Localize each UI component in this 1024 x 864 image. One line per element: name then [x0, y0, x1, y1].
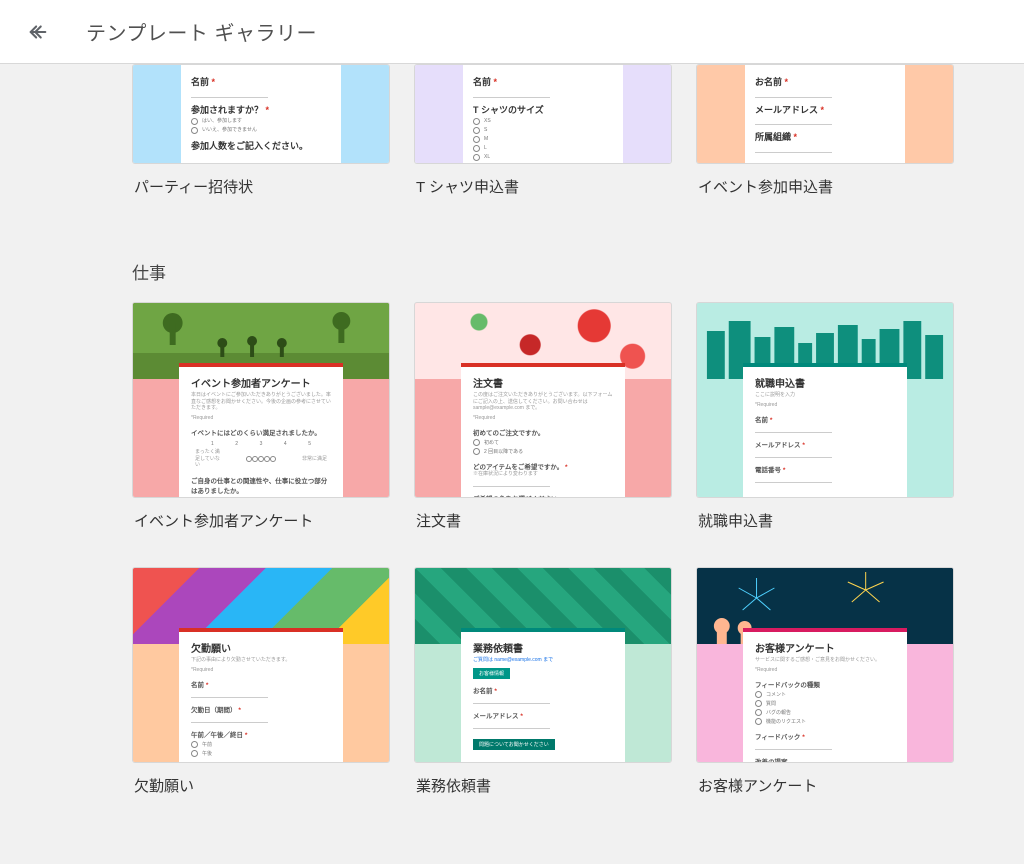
- arrow-left-icon: [27, 21, 49, 43]
- template-card-tshirt-signup[interactable]: 名前 * T シャツのサイズ XS S M L XL: [414, 64, 672, 225]
- template-title: 欠勤願い: [134, 775, 388, 796]
- form-heading: 注文書: [473, 375, 613, 390]
- radio-option: いいえ、参加できません: [191, 127, 331, 134]
- template-title: 業務依頼書: [416, 775, 670, 796]
- template-title: 就職申込書: [698, 510, 952, 531]
- template-title: パーティー招待状: [134, 176, 388, 197]
- field-label: 参加人数をご記入ください。: [191, 140, 331, 153]
- form-heading: 業務依頼書: [473, 640, 613, 655]
- header: テンプレート ギャラリー: [0, 0, 1024, 64]
- form-heading: 欠勤願い: [191, 640, 331, 655]
- radio-option: はい、参加します: [191, 118, 331, 125]
- form-heading: お客様アンケート: [755, 640, 895, 655]
- field-label: T シャツのサイズ: [473, 104, 613, 117]
- back-button[interactable]: [18, 12, 58, 52]
- template-card-work-request[interactable]: 業務依頼書 ご質問は name@example.com まで お客様情報 お名前…: [414, 567, 672, 824]
- page-title: テンプレート ギャラリー: [86, 17, 317, 46]
- template-title: お客様アンケート: [698, 775, 952, 796]
- form-heading: 就職申込書: [755, 375, 895, 390]
- template-card-absence-request[interactable]: 欠勤願い 下記の事由により欠勤させていただきます。 *Required 名前 *…: [132, 567, 390, 824]
- field-label: 名前: [473, 77, 491, 87]
- template-title: T シャツ申込書: [416, 176, 670, 197]
- template-card-event-registration[interactable]: お名前 * メールアドレス * 所属組織 * イベント参加申込書: [696, 64, 954, 225]
- form-heading: イベント参加者アンケート: [191, 375, 331, 390]
- template-title: イベント参加申込書: [698, 176, 952, 197]
- template-card-customer-feedback[interactable]: お客様アンケート サービスに関するご感想・ご意見をお聞かせください。 *Requ…: [696, 567, 954, 824]
- template-card-order-form[interactable]: 注文書 この度はご注文いただきありがとうございます。以下フォームにご記入の上、送…: [414, 302, 672, 559]
- field-label: 参加されますか？: [191, 105, 263, 115]
- template-title: イベント参加者アンケート: [134, 510, 388, 531]
- template-card-job-application[interactable]: 就職申込書 ここに説明を入力 *Required 名前 * メールアドレス * …: [696, 302, 954, 559]
- template-card-party-invite[interactable]: 名前 * 参加されますか？ * はい、参加します いいえ、参加できません 参加人…: [132, 64, 390, 225]
- answer-line: [191, 92, 268, 98]
- template-card-event-feedback[interactable]: イベント参加者アンケート 本日はイベントにご参加いただきありがとうございました。…: [132, 302, 390, 559]
- field-label: 名前: [191, 77, 209, 87]
- section-badge: お客様情報: [473, 668, 510, 679]
- section-badge: 問題についてお聞かせください: [473, 739, 555, 750]
- template-title: 注文書: [416, 510, 670, 531]
- section-title-work: 仕事: [132, 259, 892, 284]
